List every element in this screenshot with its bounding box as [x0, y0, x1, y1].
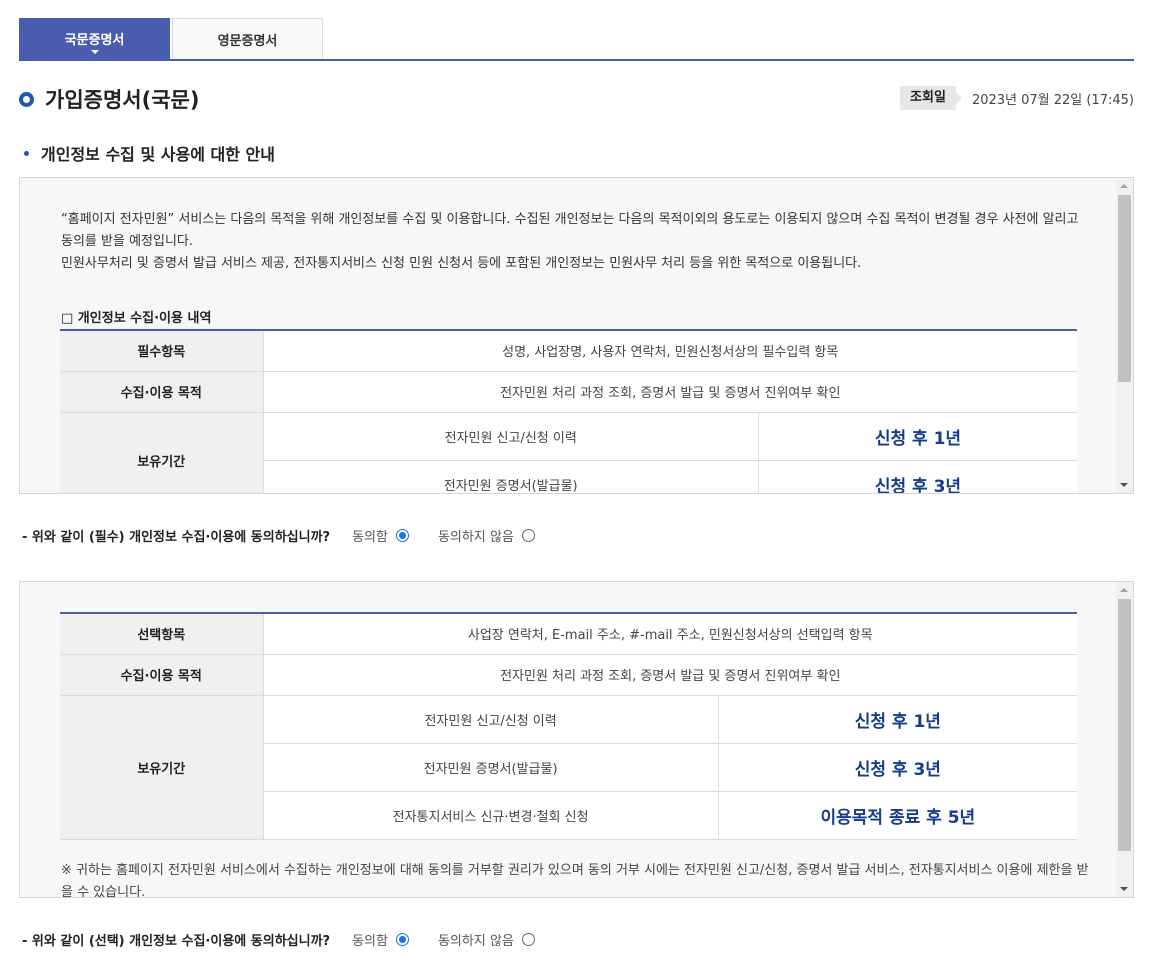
optional-consent-row: - 위와 같이 (선택) 개인정보 수집·이용에 동의하십니까? 동의함 동의하…: [22, 930, 564, 949]
optional-privacy-scrollbox[interactable]: 선택항목 사업장 연락처, E-mail 주소, #-mail 주소, 민원신청…: [19, 581, 1134, 898]
agree-label[interactable]: 동의함: [352, 526, 388, 545]
scroll-down-arrow-icon[interactable]: [1120, 483, 1128, 487]
tab-korean-certificate[interactable]: 국문증명서: [19, 18, 170, 59]
certificate-tabs: 국문증명서 영문증명서: [19, 16, 1134, 61]
retention-period: 신청 후 1년: [718, 695, 1077, 744]
tab-label: 영문증명서: [217, 33, 278, 49]
scroll-up-arrow-icon[interactable]: [1120, 184, 1128, 188]
refusal-note: ※ 귀하는 홈페이지 전자민원 서비스에서 수집하는 개인정보에 대해 동의를 …: [61, 863, 1089, 898]
title-row: 가입증명서(국문) 조회일 2023년 07월 22일 (17:45): [19, 86, 1134, 116]
dot-bullet-icon: [24, 151, 29, 156]
section-heading-text: 개인정보 수집 및 사용에 대한 안내: [41, 145, 275, 164]
row-header: 수집·이용 목적: [60, 371, 264, 413]
row-header: 보유기간: [60, 412, 264, 493]
retention-period: 신청 후 3년: [758, 460, 1077, 493]
agree-radio[interactable]: [395, 933, 409, 946]
table-row: 보유기간 전자민원 신고/신청 이력 신청 후 1년: [60, 412, 1077, 493]
tab-english-certificate[interactable]: 영문증명서: [172, 18, 323, 59]
consent-question: - 위와 같이 (선택) 개인정보 수집·이용에 동의하십니까?: [22, 934, 331, 949]
disagree-radio[interactable]: [521, 529, 535, 542]
disagree-label[interactable]: 동의하지 않음: [438, 930, 514, 949]
section-heading: 개인정보 수집 및 사용에 대한 안내: [24, 141, 275, 165]
caret-down-icon: [90, 50, 99, 54]
retention-item: 전자민원 신고/신청 이력: [263, 695, 719, 744]
disagree-label[interactable]: 동의하지 않음: [438, 526, 514, 545]
agree-label[interactable]: 동의함: [352, 930, 388, 949]
retention-period: 신청 후 3년: [718, 743, 1077, 792]
scrollbar-thumb[interactable]: [1118, 599, 1131, 851]
retention-item: 전자민원 증명서(발급물): [263, 743, 719, 792]
table-row: 필수항목 성명, 사업장명, 사용자 연락처, 민원신청서상의 필수입력 항목: [60, 330, 1077, 372]
vertical-scrollbar[interactable]: [1116, 178, 1133, 493]
tab-label: 국문증명서: [64, 33, 125, 48]
agree-radio[interactable]: [395, 529, 409, 542]
row-value: 사업장 연락처, E-mail 주소, #-mail 주소, 민원신청서상의 선…: [263, 613, 1077, 655]
consent-question: - 위와 같이 (필수) 개인정보 수집·이용에 동의하십니까?: [22, 530, 331, 545]
query-date: 조회일 2023년 07월 22일 (17:45): [900, 86, 1134, 110]
required-privacy-scrollbox[interactable]: “홈페이지 전자민원” 서비스는 다음의 목적을 위해 개인정보를 수집 및 이…: [19, 177, 1134, 494]
scrollbar-thumb[interactable]: [1118, 195, 1131, 382]
row-header: 수집·이용 목적: [60, 654, 264, 696]
page-title: 가입증명서(국문): [45, 88, 200, 112]
required-consent-row: - 위와 같이 (필수) 개인정보 수집·이용에 동의하십니까? 동의함 동의하…: [22, 526, 564, 545]
row-header: 보유기간: [60, 695, 264, 840]
row-header: 선택항목: [60, 613, 264, 655]
retention-item: 전자민원 신고/신청 이력: [263, 412, 759, 461]
scroll-down-arrow-icon[interactable]: [1120, 887, 1128, 891]
table-row: 수집·이용 목적 전자민원 처리 과정 조회, 증명서 발급 및 증명서 진위여…: [60, 654, 1077, 696]
row-value: 성명, 사업장명, 사용자 연락처, 민원신청서상의 필수입력 항목: [263, 330, 1077, 372]
intro-text: “홈페이지 전자민원” 서비스는 다음의 목적을 위해 개인정보를 수집 및 이…: [61, 209, 1091, 275]
query-date-label: 조회일: [900, 86, 962, 110]
table-row: 선택항목 사업장 연락처, E-mail 주소, #-mail 주소, 민원신청…: [60, 613, 1077, 655]
retention-item: 전자민원 증명서(발급물): [263, 460, 759, 493]
intro-paragraph: 민원사무처리 및 증명서 발급 서비스 제공, 전자통지서비스 신청 민원 신청…: [61, 256, 862, 271]
circle-bullet-icon: [19, 92, 34, 107]
retention-item: 전자통지서비스 신규·변경·철회 신청: [263, 791, 719, 840]
row-header: 필수항목: [60, 330, 264, 372]
row-value: 전자민원 처리 과정 조회, 증명서 발급 및 증명서 진위여부 확인: [263, 654, 1077, 696]
optional-info-table: 선택항목 사업장 연락처, E-mail 주소, #-mail 주소, 민원신청…: [60, 612, 1077, 840]
required-info-table: 필수항목 성명, 사업장명, 사용자 연락처, 민원신청서상의 필수입력 항목 …: [60, 329, 1077, 493]
intro-paragraph: “홈페이지 전자민원” 서비스는 다음의 목적을 위해 개인정보를 수집 및 이…: [61, 212, 1079, 249]
table-row: 수집·이용 목적 전자민원 처리 과정 조회, 증명서 발급 및 증명서 진위여…: [60, 371, 1077, 413]
scroll-up-arrow-icon[interactable]: [1120, 588, 1128, 592]
retention-period: 신청 후 1년: [758, 412, 1077, 461]
retention-period: 이용목적 종료 후 5년: [718, 791, 1077, 840]
table-row: 보유기간 전자민원 신고/신청 이력 신청 후 1년: [60, 695, 1077, 840]
disagree-radio[interactable]: [521, 933, 535, 946]
collection-list-title: □ 개인정보 수집·이용 내역: [61, 311, 212, 326]
vertical-scrollbar[interactable]: [1116, 582, 1133, 897]
row-value: 전자민원 처리 과정 조회, 증명서 발급 및 증명서 진위여부 확인: [263, 371, 1077, 413]
query-date-value: 2023년 07월 22일 (17:45): [971, 92, 1134, 108]
